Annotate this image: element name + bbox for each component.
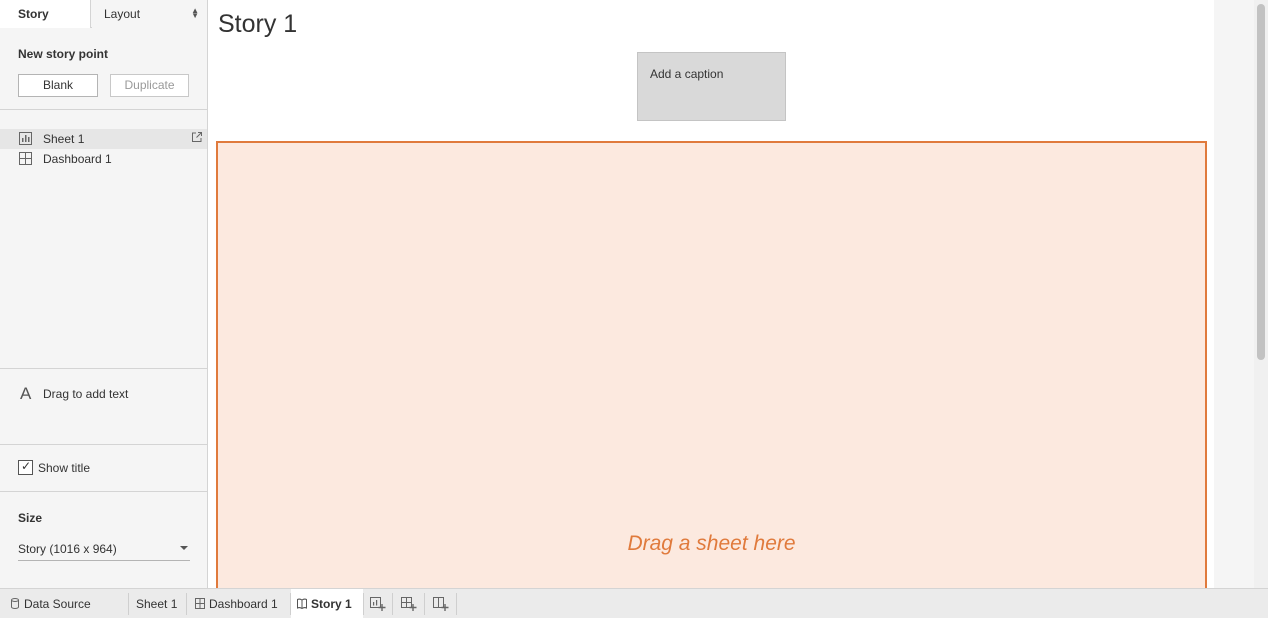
show-title-label: Show title — [38, 461, 91, 475]
caption-text: Add a caption — [650, 67, 724, 81]
tab-sheet-1[interactable]: Sheet 1 — [136, 589, 177, 618]
blank-button[interactable]: Blank — [18, 74, 98, 97]
tab-story-1[interactable]: Story 1 — [291, 589, 363, 618]
text-object-item[interactable]: A Drag to add text — [0, 380, 207, 408]
dashboard-icon — [19, 152, 32, 165]
panel-tabs: Story Layout ▲ ▼ — [0, 0, 207, 28]
divider — [0, 368, 207, 369]
tab-separator — [456, 593, 457, 615]
tab-separator — [363, 593, 364, 615]
size-dropdown-value: Story (1016 x 964) — [18, 542, 117, 556]
new-worksheet-icon[interactable] — [369, 595, 387, 613]
text-object-icon: A — [20, 384, 32, 403]
caption-box[interactable]: Add a caption — [637, 52, 786, 121]
size-dropdown[interactable]: Story (1016 x 964) — [18, 540, 190, 561]
divider — [0, 109, 207, 110]
chevron-down-icon — [180, 546, 188, 550]
updown-icon: ▲ ▼ — [191, 6, 199, 20]
tab-label: Dashboard 1 — [209, 597, 278, 611]
tab-dashboard-1[interactable]: Dashboard 1 — [195, 589, 278, 618]
tab-layout[interactable]: Layout ▲ ▼ — [92, 0, 207, 28]
tab-separator — [128, 593, 129, 615]
new-story-point-label: New story point — [18, 47, 109, 61]
tab-label: Data Source — [24, 597, 91, 611]
drop-zone-text: Drag a sheet here — [627, 532, 796, 555]
tab-label: Story 1 — [311, 597, 352, 611]
tab-separator — [424, 593, 425, 615]
tab-data-source[interactable]: Data Source — [10, 589, 91, 618]
sheet-item-sheet-1[interactable]: Sheet 1 — [0, 129, 207, 149]
sheet-item-label: Sheet 1 — [43, 132, 85, 146]
new-story-icon[interactable] — [432, 595, 450, 613]
divider — [0, 444, 207, 445]
duplicate-button[interactable]: Duplicate — [110, 74, 189, 97]
size-label: Size — [18, 511, 43, 525]
text-object-label: Drag to add text — [43, 387, 129, 401]
sheet-item-label: Dashboard 1 — [43, 152, 112, 166]
scrollbar-thumb[interactable] — [1257, 4, 1265, 360]
sheet-tab-bar: Data Source Sheet 1 Dashboard 1 Story 1 — [0, 588, 1268, 618]
checkmark-icon: ✓ — [21, 459, 32, 473]
story-title[interactable]: Story 1 — [218, 10, 297, 39]
story-icon — [297, 598, 307, 609]
tab-label: Sheet 1 — [136, 597, 178, 611]
tab-separator — [186, 593, 187, 615]
sheet-icon — [19, 132, 32, 145]
canvas-gutter — [1214, 0, 1254, 588]
divider — [0, 491, 207, 492]
sheet-drop-zone[interactable]: Drag a sheet here — [216, 141, 1207, 593]
story-panel: Story Layout ▲ ▼ New story point Blank Du… — [0, 0, 208, 588]
tab-story[interactable]: Story — [0, 0, 91, 28]
sheet-item-dashboard-1[interactable]: Dashboard 1 — [0, 149, 207, 169]
open-external-icon[interactable] — [191, 131, 203, 143]
show-title-checkbox[interactable]: ✓ — [18, 459, 33, 475]
tab-layout-label: Layout — [104, 7, 141, 21]
new-dashboard-icon[interactable] — [400, 595, 418, 613]
tab-separator — [392, 593, 393, 615]
vertical-scrollbar[interactable] — [1254, 0, 1268, 588]
dashboard-icon — [195, 598, 205, 609]
database-icon — [11, 598, 19, 609]
